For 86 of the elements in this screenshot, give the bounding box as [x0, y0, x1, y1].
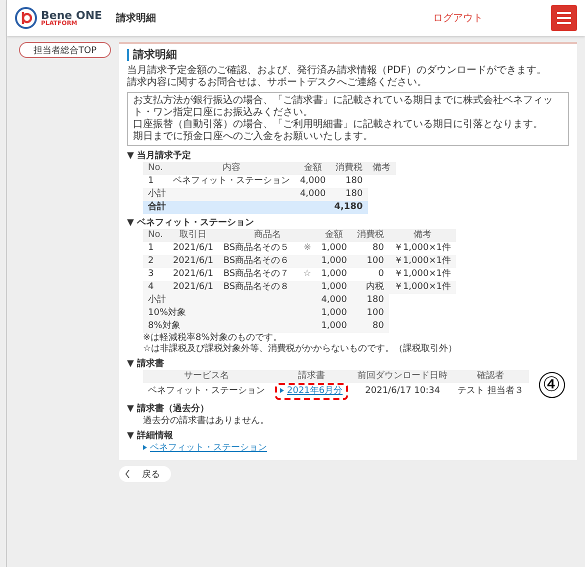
intro-text: 当月請求予定金額のご確認、および、発行済み請求情報（PDF）のダウンロードができます。 — [127, 65, 548, 76]
column-header: サービス名 — [143, 370, 270, 383]
step-number: ④ — [538, 372, 565, 398]
tax-mark: ☆ — [303, 268, 312, 281]
table-cell: 100 — [352, 307, 389, 320]
table-cell: 2021/6/1 — [168, 242, 218, 255]
brand-name: Bene ONE — [41, 10, 102, 20]
table-cell: ￥1,000×1件 — [388, 281, 456, 294]
table-cell: 1,000 — [316, 307, 352, 320]
column-header: 前回ダウンロード日時 — [352, 370, 453, 383]
product-name: BS商品名その８ — [223, 281, 290, 294]
table-cell: 1,000 — [316, 320, 352, 333]
table-cell: 4,000 — [294, 188, 331, 201]
table-cell: 80 — [352, 242, 389, 255]
column-header: 消費税 — [330, 162, 368, 175]
column-header: 備考 — [368, 162, 396, 175]
column-header: 商品名 — [218, 229, 316, 242]
tax-mark: ※ — [304, 242, 312, 255]
table-cell: ￥1,000×1件 — [388, 268, 456, 281]
section-heading: ▼ 当月請求予定 — [127, 150, 192, 162]
table-cell: 80 — [352, 320, 389, 333]
table-cell: 3 — [143, 268, 168, 281]
table-cell: 小計 — [143, 188, 295, 201]
product-name: BS商品名その６ — [223, 255, 290, 268]
table-cell: 1,000 — [316, 242, 352, 255]
table-cell: 0 — [352, 268, 389, 281]
column-header: 備考 — [388, 229, 456, 242]
logo-icon — [15, 7, 37, 29]
top-button[interactable]: 担当者総合TOP — [19, 42, 111, 58]
menu-button[interactable] — [551, 5, 577, 31]
table-cell: ￥1,000×1件 — [388, 242, 456, 255]
column-header: 金額 — [316, 229, 352, 242]
table-cell: 2021/6/1 — [168, 268, 218, 281]
detail-link[interactable]: ベネフィット・ステーション — [150, 443, 267, 453]
page-title: 請求明細 — [116, 12, 156, 25]
intro-text: 請求内容に関するお問合せは、サポートデスクへご連絡ください。 — [127, 77, 428, 89]
bullet-icon — [280, 388, 284, 393]
table-cell: 180 — [330, 175, 368, 188]
column-header: 内容 — [168, 162, 295, 175]
section-title: 請求明細 — [127, 49, 569, 61]
table-cell: 内税 — [352, 281, 389, 294]
back-button[interactable]: 戻る — [119, 466, 171, 482]
footnote: ※は軽減税率8%対象のものです。 — [143, 333, 283, 344]
table-cell: 4,180 — [294, 201, 368, 214]
notice-text: 口座振替（自動引落）の場合、「ご利用明細書」に記載されている期日に引落となります。 — [133, 119, 544, 130]
table-cell: 2021/6/1 — [168, 281, 218, 294]
table-cell: 100 — [352, 255, 389, 268]
column-header: 確認者 — [452, 370, 529, 383]
notice-text: お支払方法が銀行振込の場合、「ご請求書」に記載されている期日までに株式会社ベネフィット・ワン指定口座にお振込みください。 — [133, 95, 554, 118]
table-cell: 180 — [352, 294, 389, 307]
section-heading: ▼ 請求書（過去分） — [127, 403, 210, 415]
footnote: ☆は非課税及び課税対象外等、消費税がかからないものです。（課税取引外） — [143, 344, 458, 355]
table-cell: 4,000 — [294, 175, 331, 188]
menu-icon — [557, 12, 571, 24]
product-name: BS商品名その７ — [223, 268, 290, 281]
table-cell: 4 — [143, 281, 168, 294]
logout-link[interactable]: ログアウト — [433, 11, 483, 25]
table-cell: 1,000 — [316, 268, 352, 281]
column-header: 金額 — [294, 162, 331, 175]
section-heading: ▼ 請求書 — [127, 358, 166, 370]
table-cell: 小計 — [143, 294, 316, 307]
bullet-icon — [143, 445, 147, 450]
table-cell: 4,000 — [316, 294, 352, 307]
table-cell: 2021/6/1 — [168, 255, 218, 268]
column-header: No. — [143, 229, 168, 242]
table-cell: 2 — [143, 255, 168, 268]
column-header: 取引日 — [168, 229, 218, 242]
table-cell: 合計 — [143, 201, 295, 214]
column-header: 請求書 — [270, 370, 353, 383]
section-heading: ▼ 詳細情報 — [127, 430, 174, 442]
empty-message: 過去分の請求書はありません。 — [143, 415, 270, 427]
column-header: No. — [143, 162, 168, 175]
table-cell: 1 — [143, 242, 168, 255]
chevron-left-icon — [125, 470, 130, 478]
table-cell: 8%対象 — [143, 320, 316, 333]
table-cell: ベネフィット・ステーション — [168, 175, 295, 188]
table-cell: 1,000 — [316, 255, 352, 268]
section-heading: ▼ ベネフィット・ステーション — [127, 217, 256, 229]
notice-text: 期日までに預金口座へのご入金をお願いいたします。 — [133, 131, 374, 143]
table-cell: 180 — [330, 188, 368, 201]
product-name: BS商品名その５ — [223, 242, 290, 255]
table-cell: 1 — [143, 175, 168, 188]
table-cell: 1,000 — [316, 281, 352, 294]
column-header: 消費税 — [352, 229, 389, 242]
table-cell: ￥1,000×1件 — [388, 255, 456, 268]
table-cell: 10%対象 — [143, 307, 316, 320]
